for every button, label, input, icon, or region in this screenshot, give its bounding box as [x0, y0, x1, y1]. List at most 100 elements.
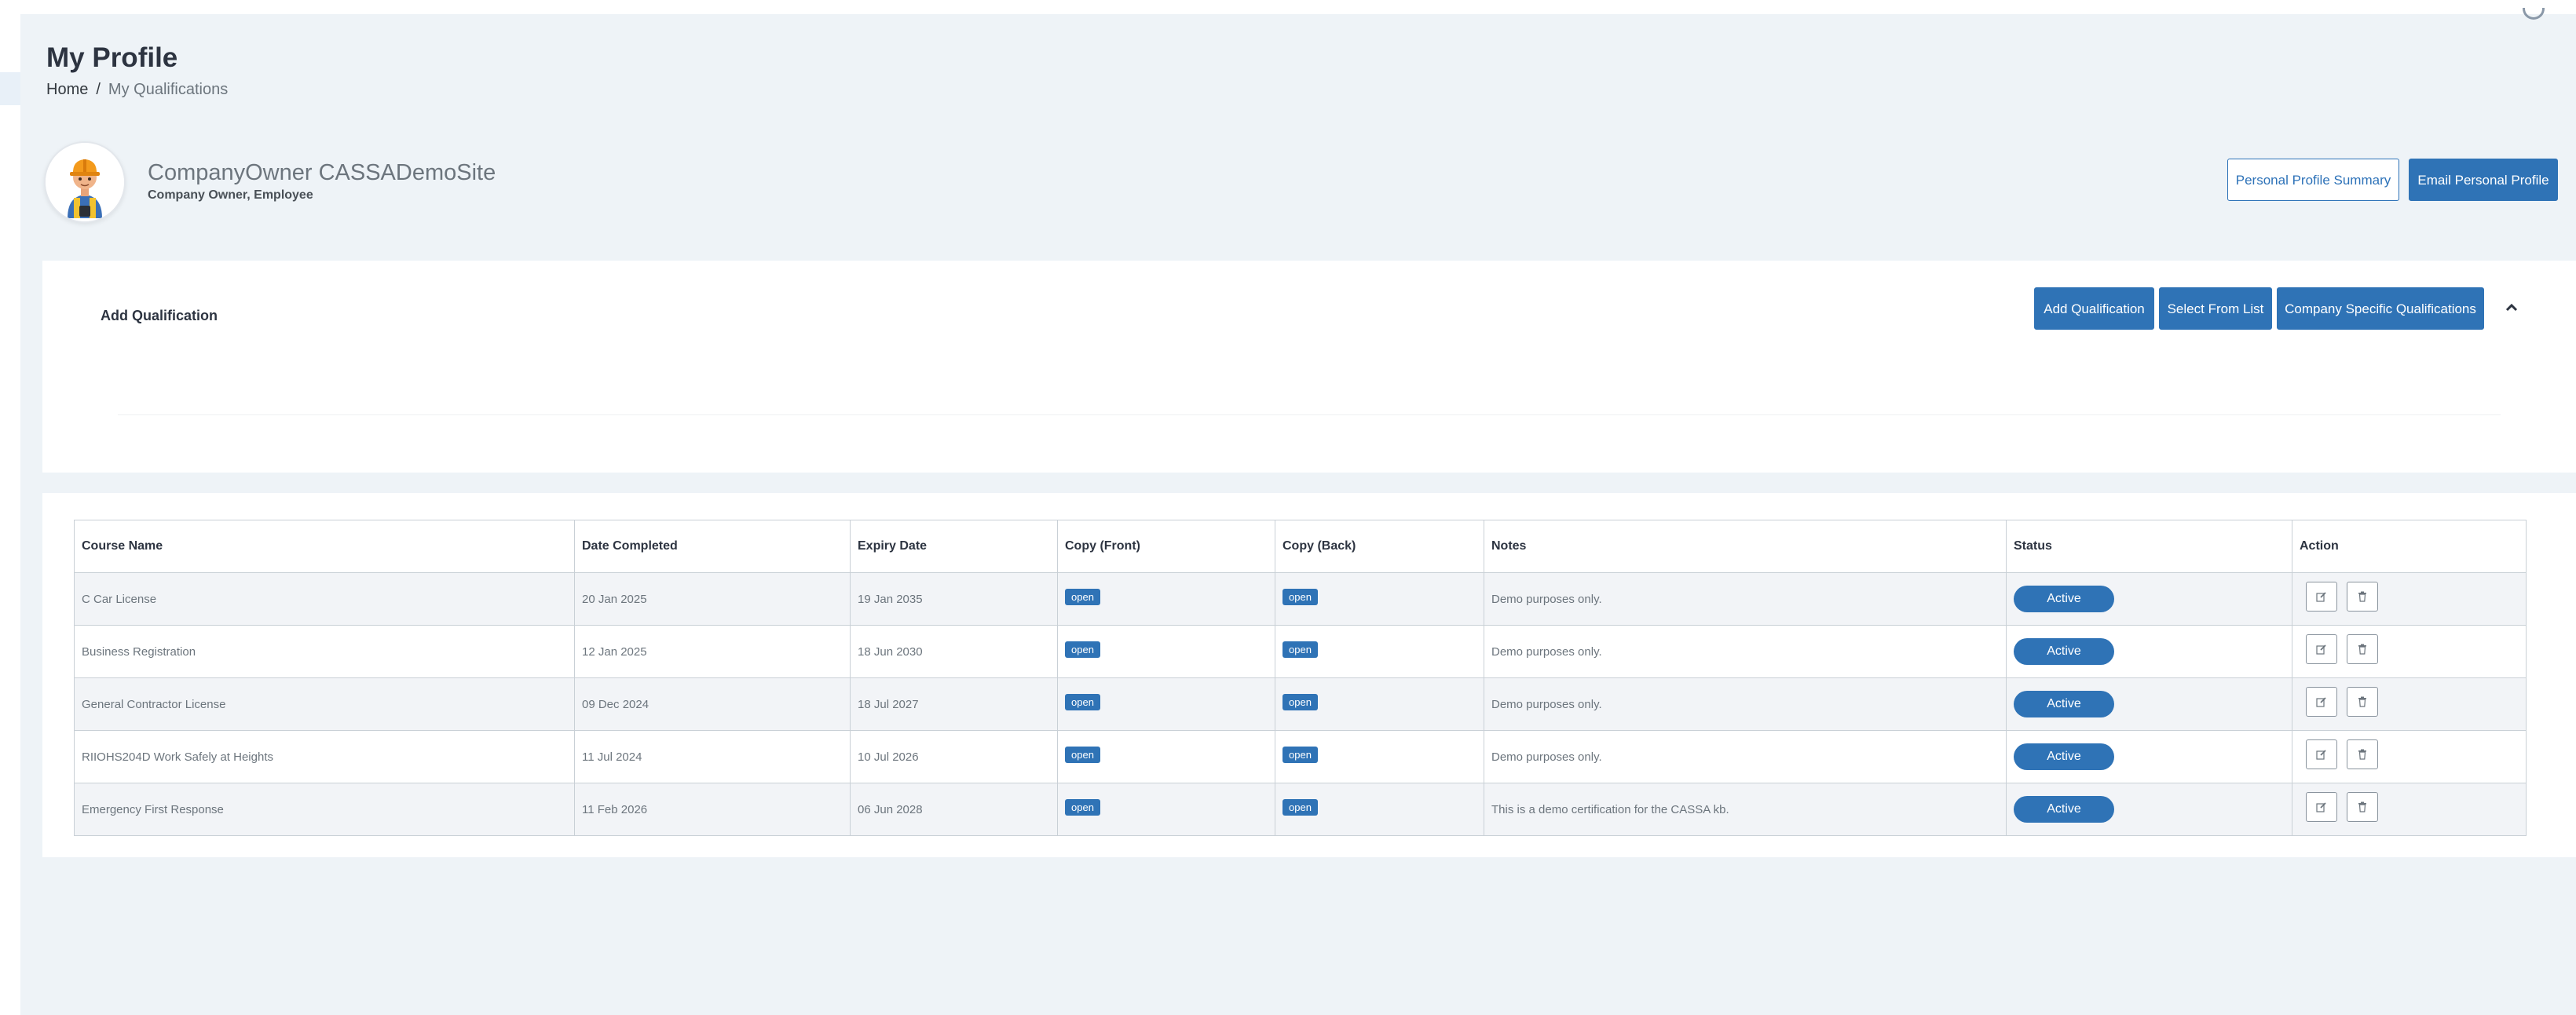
copy-back-cell: open [1275, 625, 1484, 678]
notes-cell: Demo purposes only. [1484, 677, 2007, 731]
profile-roles: Company Owner, Employee [148, 188, 313, 202]
delete-button[interactable] [2347, 687, 2379, 717]
breadcrumb-home[interactable]: Home [46, 81, 88, 98]
qualifications-table: Course Name Date Completed Expiry Date C… [74, 520, 2527, 836]
edit-button[interactable] [2306, 792, 2337, 822]
status-badge: Active [2014, 743, 2114, 770]
open-back-link[interactable]: open [1283, 746, 1318, 763]
notes-cell: Demo purposes only. [1484, 625, 2007, 678]
column-header-copy-front[interactable]: Copy (Front) [1057, 520, 1275, 573]
edit-icon [2316, 592, 2326, 602]
add-qualification-title: Add Qualification [101, 308, 218, 323]
copy-front-cell: open [1057, 677, 1275, 731]
table-row: Business Registration 12 Jan 2025 18 Jun… [74, 625, 2527, 678]
profile-name: CompanyOwner CASSADemoSite [148, 160, 496, 185]
edit-icon [2316, 697, 2326, 707]
column-header-notes[interactable]: Notes [1484, 520, 2007, 573]
delete-button[interactable] [2347, 634, 2379, 664]
column-header-status[interactable]: Status [2006, 520, 2292, 573]
delete-button[interactable] [2347, 739, 2379, 769]
open-front-link[interactable]: open [1065, 746, 1100, 763]
open-back-link[interactable]: open [1283, 588, 1318, 605]
copy-back-cell: open [1275, 783, 1484, 836]
course-name-cell: Emergency First Response [74, 783, 575, 836]
copy-back-cell: open [1275, 730, 1484, 783]
open-front-link[interactable]: open [1065, 641, 1100, 658]
expiry-date-cell: 19 Jan 2035 [850, 572, 1058, 626]
worker-avatar-icon [46, 143, 124, 221]
copy-front-cell: open [1057, 572, 1275, 626]
status-cell: Active [2006, 625, 2292, 678]
edit-icon [2316, 802, 2326, 812]
page-title: My Profile [46, 42, 178, 73]
course-name-cell: Business Registration [74, 625, 575, 678]
select-from-list-button[interactable]: Select From List [2159, 287, 2272, 330]
status-badge: Active [2014, 796, 2114, 823]
action-cell [2292, 572, 2527, 626]
trash-icon [2358, 591, 2367, 602]
date-completed-cell: 11 Feb 2026 [574, 783, 851, 836]
user-menu-icon[interactable] [2523, 8, 2545, 20]
add-qualification-button[interactable]: Add Qualification [2034, 287, 2154, 330]
action-cell [2292, 783, 2527, 836]
open-front-link[interactable]: open [1065, 798, 1100, 816]
edit-button[interactable] [2306, 687, 2337, 717]
edit-button[interactable] [2306, 634, 2337, 664]
trash-icon [2358, 696, 2367, 707]
expiry-date-cell: 18 Jul 2027 [850, 677, 1058, 731]
table-row: RIIOHS204D Work Safely at Heights 11 Jul… [74, 730, 2527, 783]
table-header-row: Course Name Date Completed Expiry Date C… [74, 520, 2527, 573]
notes-cell: Demo purposes only. [1484, 572, 2007, 626]
column-header-course-name[interactable]: Course Name [74, 520, 575, 573]
action-cell [2292, 730, 2527, 783]
email-personal-profile-button[interactable]: Email Personal Profile [2409, 159, 2558, 201]
date-completed-cell: 20 Jan 2025 [574, 572, 851, 626]
action-cell [2292, 625, 2527, 678]
divider [118, 414, 2501, 415]
copy-front-cell: open [1057, 783, 1275, 836]
copy-back-cell: open [1275, 677, 1484, 731]
expiry-date-cell: 06 Jun 2028 [850, 783, 1058, 836]
edit-icon [2316, 644, 2326, 655]
chevron-up-icon[interactable] [2500, 295, 2523, 319]
edit-button[interactable] [2306, 582, 2337, 612]
copy-back-cell: open [1275, 572, 1484, 626]
column-header-date-completed[interactable]: Date Completed [574, 520, 851, 573]
column-header-copy-back[interactable]: Copy (Back) [1275, 520, 1484, 573]
sidebar-edge-tab[interactable] [0, 72, 20, 105]
trash-icon [2358, 644, 2367, 655]
open-back-link[interactable]: open [1283, 798, 1318, 816]
date-completed-cell: 11 Jul 2024 [574, 730, 851, 783]
qualifications-card: Course Name Date Completed Expiry Date C… [42, 493, 2576, 857]
copy-front-cell: open [1057, 625, 1275, 678]
course-name-cell: RIIOHS204D Work Safely at Heights [74, 730, 575, 783]
personal-profile-summary-button[interactable]: Personal Profile Summary [2227, 159, 2399, 201]
status-badge: Active [2014, 691, 2114, 717]
status-badge: Active [2014, 638, 2114, 665]
open-back-link[interactable]: open [1283, 693, 1318, 710]
avatar [44, 141, 126, 223]
action-cell [2292, 677, 2527, 731]
edit-button[interactable] [2306, 739, 2337, 769]
trash-icon [2358, 749, 2367, 760]
delete-button[interactable] [2347, 582, 2379, 612]
open-front-link[interactable]: open [1065, 588, 1100, 605]
table-row: C Car License 20 Jan 2025 19 Jan 2035 op… [74, 572, 2527, 626]
breadcrumb-separator: / [96, 81, 101, 98]
date-completed-cell: 09 Dec 2024 [574, 677, 851, 731]
delete-button[interactable] [2347, 792, 2379, 822]
open-back-link[interactable]: open [1283, 641, 1318, 658]
date-completed-cell: 12 Jan 2025 [574, 625, 851, 678]
course-name-cell: General Contractor License [74, 677, 575, 731]
table-row: Emergency First Response 11 Feb 2026 06 … [74, 783, 2527, 836]
breadcrumb: Home / My Qualifications [46, 81, 228, 99]
notes-cell: Demo purposes only. [1484, 730, 2007, 783]
trash-icon [2358, 801, 2367, 812]
expiry-date-cell: 18 Jun 2030 [850, 625, 1058, 678]
company-specific-qualifications-button[interactable]: Company Specific Qualifications [2277, 287, 2484, 330]
open-front-link[interactable]: open [1065, 693, 1100, 710]
status-cell: Active [2006, 783, 2292, 836]
column-header-expiry-date[interactable]: Expiry Date [850, 520, 1058, 573]
table-row: General Contractor License 09 Dec 2024 1… [74, 677, 2527, 731]
notes-cell: This is a demo certification for the CAS… [1484, 783, 2007, 836]
